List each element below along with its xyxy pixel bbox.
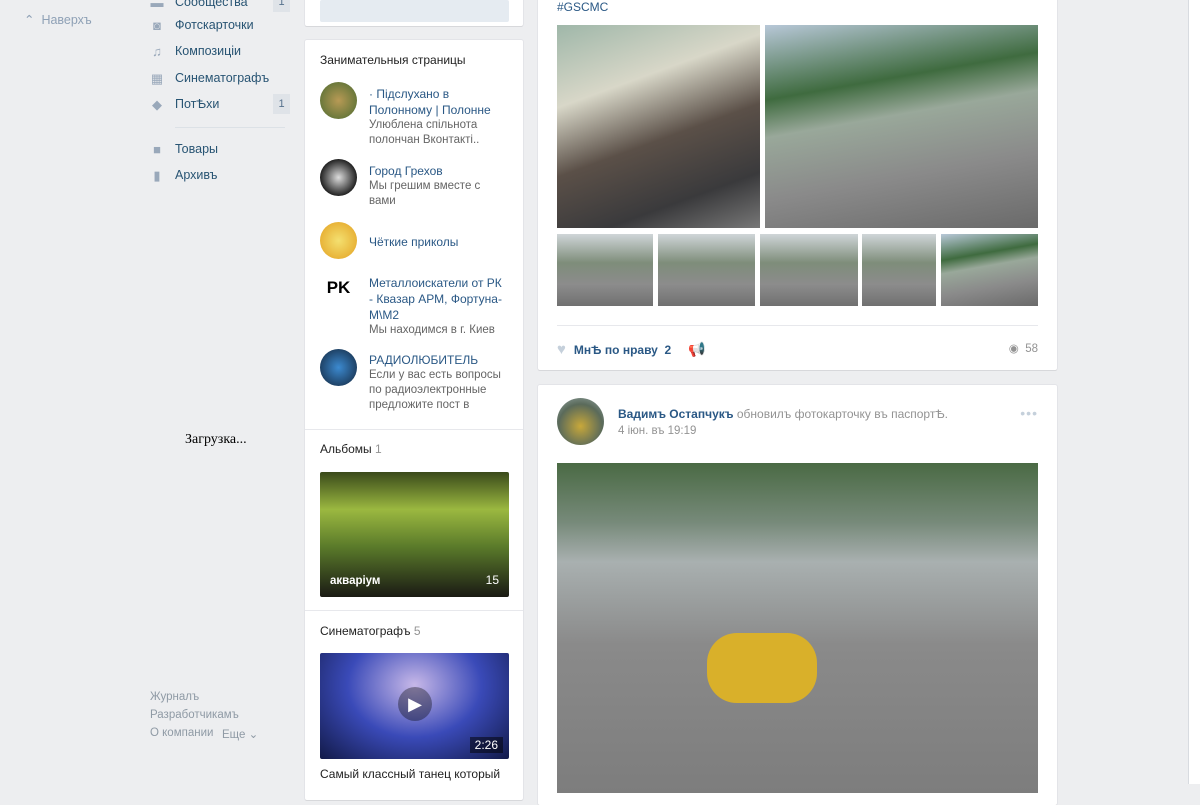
document-icon: ▮ (153, 167, 161, 183)
divider (557, 325, 1038, 326)
nav-groups[interactable]: ▬ Сообщества 1 (150, 0, 290, 12)
author-link[interactable]: Вадимъ Остапчукъ (618, 407, 734, 421)
post-photo[interactable] (557, 234, 653, 306)
post-card: #GSCMC ♥ МнѢ по нраву 2 📢 ◉ 58 (538, 0, 1057, 370)
heart-icon: ♥ (557, 341, 566, 358)
divider (305, 610, 523, 611)
views-count: ◉ 58 (1008, 343, 1038, 355)
chevron-up-icon: ⌃ (24, 13, 35, 27)
hashtag-link[interactable]: #GSCMC (557, 0, 608, 15)
post-photo[interactable] (862, 234, 936, 306)
post-date[interactable]: 4 іюн. въ 19:19 (618, 425, 696, 437)
post-header: Вадимъ Остапчукъ обновилъ фотокарточку в… (618, 407, 948, 421)
groups-icon: ▬ (150, 0, 164, 10)
video-caption[interactable]: Самый классный танец который (320, 766, 500, 782)
nav-photos[interactable]: ◙ Фотскарточки (150, 15, 290, 35)
author-avatar[interactable] (557, 398, 604, 445)
nav-market[interactable]: ■ Товары (150, 139, 290, 159)
nav-games[interactable]: ◆ ПотѢхи 1 (150, 94, 290, 114)
nav-music[interactable]: ♫ Композиціи (150, 41, 290, 61)
badge: 1 (273, 94, 290, 114)
card-button[interactable] (320, 0, 509, 22)
gamepad-icon: ◆ (152, 96, 162, 112)
chevron-down-icon: ⌄ (248, 729, 259, 741)
avatar (320, 222, 357, 259)
like-button[interactable]: ♥ МнѢ по нраву 2 (557, 341, 671, 358)
post-photo[interactable] (941, 234, 1038, 306)
loading-text: Загрузка... (185, 432, 247, 447)
nav-videos[interactable]: ▦ Синематографъ (150, 68, 290, 88)
camera-icon: ◙ (153, 17, 161, 33)
video-thumbnail[interactable]: ▶ 2:26 (320, 653, 509, 759)
post-photo[interactable] (658, 234, 755, 306)
badge: 1 (273, 0, 290, 12)
avatar (320, 159, 357, 196)
more-icon[interactable]: ••• (1020, 405, 1038, 421)
footer-dev[interactable]: Разработчикамъ (150, 709, 239, 721)
footer-about[interactable]: О компании (150, 727, 213, 739)
pages-title[interactable]: Занимательныя страницы (320, 53, 466, 67)
film-icon: ▦ (150, 70, 164, 86)
profile-sidebar-card: Занимательныя страницы · Підслухано в По… (305, 40, 523, 800)
eye-icon: ◉ (1008, 343, 1019, 355)
play-icon: ▶ (398, 687, 432, 721)
post-photo[interactable] (557, 25, 760, 228)
avatar (320, 349, 357, 386)
post-card: Вадимъ Остапчукъ обновилъ фотокарточку в… (538, 385, 1057, 805)
scroll-edge (1188, 0, 1200, 784)
footer-journal[interactable]: Журналъ (150, 691, 199, 703)
music-icon: ♫ (152, 43, 162, 59)
divider (305, 429, 523, 430)
nav-divider (175, 127, 285, 128)
post-photo[interactable] (557, 463, 1038, 793)
top-card (305, 0, 523, 26)
albums-title[interactable]: Альбомы 1 (320, 442, 382, 456)
post-photo[interactable] (760, 234, 858, 306)
avatar: PK (320, 273, 357, 310)
nav-archive[interactable]: ▮ Архивъ (150, 165, 290, 185)
share-icon[interactable]: 📢 (688, 341, 705, 358)
motorcycle-shape (707, 633, 817, 703)
videos-title[interactable]: Синематографъ 5 (320, 624, 421, 638)
bag-icon: ■ (153, 141, 161, 157)
avatar (320, 82, 357, 119)
footer-more[interactable]: Еще ⌄ (222, 727, 258, 741)
post-photo[interactable] (765, 25, 1038, 228)
album-thumbnail[interactable]: акваріум 15 (320, 472, 509, 597)
scroll-to-top[interactable]: ⌃ Наверхъ (24, 12, 92, 27)
